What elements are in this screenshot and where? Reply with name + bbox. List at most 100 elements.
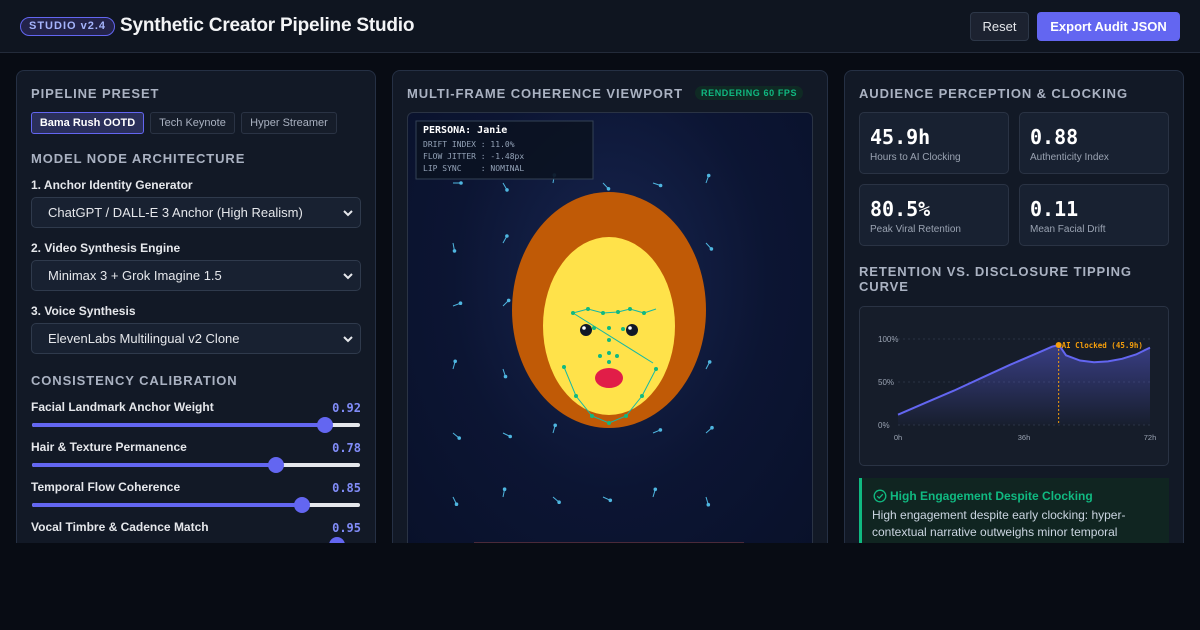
stat-label: Peak Viral Retention [870,224,961,235]
slider-label-landmark-weight: Facial Landmark Anchor Weight [31,400,214,414]
x-tick-label: 0h [894,433,902,442]
slider-label-temporal-flow: Temporal Flow Coherence [31,480,181,494]
slider-value-temporal-flow: 0.85 [332,481,361,495]
anchor-generator-label: 1. Anchor Identity Generator [31,178,193,192]
video-engine-select[interactable]: Minimax 3 + Grok Imagine 1.5 [31,260,361,291]
anchor-generator-select[interactable]: ChatGPT / DALL-E 3 Anchor (High Realism) [31,197,361,228]
flow-vector-head [505,188,509,192]
mouth [595,368,623,388]
top-bar: STUDIO v2.4 Synthetic Creator Pipeline S… [0,0,1200,53]
hair-permanence-slider[interactable] [32,457,360,473]
left-eye [580,324,592,336]
flow-vector-head [502,487,507,492]
architecture-section-title: MODEL NODE ARCHITECTURE [31,151,246,166]
flow-vector-head [707,360,712,364]
video-engine-value: Minimax 3 + Grok Imagine 1.5 [48,268,222,283]
stat-card-authenticity: 0.88 Authenticity Index [1019,112,1169,174]
voice-synthesis-value: ElevenLabs Multilingual v2 Clone [48,331,240,346]
flow-vector-head [506,298,511,303]
check-circle-icon [873,489,887,503]
persona-name: PERSONA: Janie [423,125,508,136]
stat-value: 0.11 [1030,197,1079,221]
curve-title-line-1: RETENTION VS. DISCLOSURE TIPPING [859,264,1132,279]
stat-value: 0.88 [1030,125,1079,149]
persona-overlay: PERSONA: Janie DRIFT INDEX : 11.0% FLOW … [423,125,524,175]
chevron-down-icon [343,273,353,280]
flow-vector-head [553,423,557,428]
flow-vector-head [457,436,462,440]
preset-chip-bama-rush[interactable]: Bama Rush OOTD [31,112,144,134]
flow-vector-head [508,434,512,439]
stat-card-facial-drift: 0.11 Mean Facial Drift [1019,184,1169,246]
voice-synthesis-select[interactable]: ElevenLabs Multilingual v2 Clone [31,323,361,354]
flow-vector-head [658,428,663,432]
chevron-down-icon [343,336,353,343]
right-eye [626,324,638,336]
preset-chip-hyper-streamer[interactable]: Hyper Streamer [241,112,337,134]
anchor-generator-value: ChatGPT / DALL-E 3 Anchor (High Realism) [48,205,303,220]
drift-index-readout: DRIFT INDEX : 11.0% [423,140,515,149]
flow-jitter-readout: FLOW JITTER : -1.48px [423,152,525,161]
clocking-annotation-label: AI Clocked (45.9h) [1062,341,1143,350]
slider-thumb[interactable] [329,537,346,543]
flow-vector-head [505,234,509,238]
stat-label: Mean Facial Drift [1030,224,1106,235]
x-tick-label: 36h [1018,433,1031,442]
slider-value-vocal-timbre: 0.95 [332,521,361,535]
stat-value: 45.9h [870,125,931,149]
preset-chip-tech-keynote[interactable]: Tech Keynote [150,112,235,134]
pipeline-config-panel: PIPELINE PRESET Bama Rush OOTD Tech Keyn… [16,70,376,543]
slider-fill [32,463,277,467]
reset-button[interactable]: Reset [970,12,1029,41]
stat-card-viral-retention: 80.5% Peak Viral Retention [859,184,1009,246]
lip-sync-readout: LIP SYNC : NOMINAL [423,164,525,173]
callout-body-line-2: contextual narrative outweighs minor tem… [872,525,1118,539]
temporal-flow-slider[interactable] [32,497,360,513]
slider-thumb[interactable] [268,457,285,473]
slider-value-hair-permanence: 0.78 [332,441,361,455]
flow-vector-head [653,487,658,492]
flow-vector-head [458,301,463,305]
flow-vector-head [454,502,459,507]
app-title: Synthetic Creator Pipeline Studio [120,15,415,36]
flow-vector-head [453,359,458,364]
viewport-title: MULTI-FRAME COHERENCE VIEWPORT [407,86,683,101]
stat-value: 80.5% [870,197,931,221]
flow-vector-head [452,249,457,253]
y-tick-label: 50% [878,378,894,387]
flow-vector-head [459,181,463,185]
flow-vector-head [706,502,711,507]
coherence-viewport[interactable]: PERSONA: Janie DRIFT INDEX : 11.0% FLOW … [407,112,813,543]
slider-thumb[interactable] [316,417,333,433]
retention-chart: 100% 50% 0% 0h 36h 72h AI Clocked (45.9h) [859,306,1169,466]
retention-chart-plot: 100% 50% 0% 0h 36h 72h AI Clocked (45.9h) [878,335,1157,442]
face-mesh-render [415,120,714,507]
flow-vector-head [658,183,663,188]
slider-label-hair-permanence: Hair & Texture Permanence [31,440,187,454]
audience-perception-panel: AUDIENCE PERCEPTION & CLOCKING 45.9h Hou… [844,70,1184,543]
slider-fill [32,423,325,427]
chevron-down-icon [343,210,353,217]
stat-label: Authenticity Index [1030,152,1109,163]
x-tick-label: 72h [1144,433,1157,442]
flow-vector-head [709,247,714,251]
stat-label: Hours to AI Clocking [870,152,961,163]
curve-title-line-2: CURVE [859,279,909,294]
flow-vector-head [606,187,611,191]
perception-title: AUDIENCE PERCEPTION & CLOCKING [859,86,1128,101]
landmark-weight-slider[interactable] [32,417,360,433]
callout-body: High engagement despite early clocking: … [872,507,1162,541]
slider-thumb[interactable] [293,497,310,513]
engagement-callout: High Engagement Despite Clocking High en… [859,478,1169,543]
slider-fill [32,503,302,507]
export-audit-button[interactable]: Export Audit JSON [1037,12,1180,41]
fps-status-badge: RENDERING 60 FPS [695,86,804,100]
video-engine-label: 2. Video Synthesis Engine [31,241,181,255]
preset-section-title: PIPELINE PRESET [31,86,160,101]
y-tick-label: 100% [878,335,898,344]
version-badge: STUDIO v2.4 [20,17,116,36]
callout-title: High Engagement Despite Clocking [890,489,1093,503]
callout-body-line-1: High engagement despite early clocking: … [872,508,1126,522]
flow-vector-head [557,500,561,505]
coherence-viewport-panel: MULTI-FRAME COHERENCE VIEWPORT RENDERING… [392,70,828,543]
